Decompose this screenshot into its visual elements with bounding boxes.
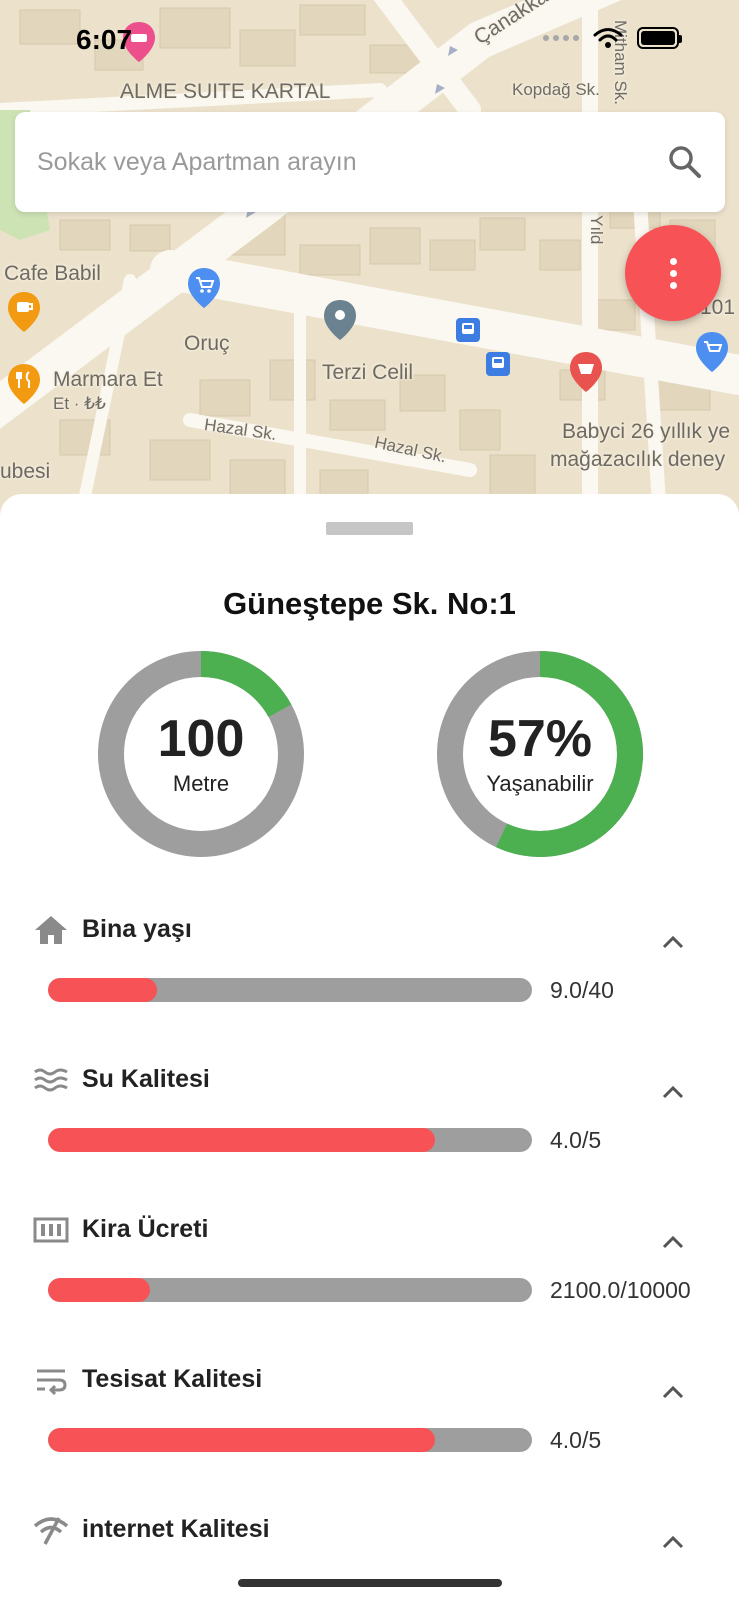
livability-caption: Yaşanabilir [486,771,594,796]
metric-value: 4.0/5 [550,1127,602,1153]
details-sheet[interactable]: Güneştepe Sk. No:1 100 Metre 57% Yaşanab… [0,494,739,1600]
metric-label: Bina yaşı [82,915,192,943]
search-icon[interactable] [667,144,703,180]
status-icons [543,27,682,49]
water-waves-icon [34,1068,68,1092]
address-title: Güneştepe Sk. No:1 [223,586,516,621]
metric-row-building-age[interactable]: Bina yaşı 9.0/40 [0,912,739,1042]
chevron-up-icon[interactable] [660,1080,686,1106]
plumbing-wrap-icon [37,1369,67,1396]
distance-gauge: 100 Metre [96,649,306,859]
metric-progress-bar [48,1278,532,1302]
map-label-subesi: ubesi [0,460,51,483]
map-label-hotel: ALME SUITE KARTAL [120,80,331,103]
money-bill-icon [33,1217,69,1243]
home-icon [35,916,67,944]
map-view[interactable]: ALME SUITE KARTAL Çanakkale Cd. Kopdağ S… [0,0,739,520]
chevron-up-icon[interactable] [660,1380,686,1406]
metric-label: Su Kalitesi [82,1065,210,1093]
battery-icon [637,27,682,49]
distance-value: 100 [157,710,245,768]
shopping-cart-pin-icon[interactable] [186,266,222,310]
map-label-cafe-babil: Cafe Babil [4,262,101,285]
metric-label: internet Kalitesi [82,1515,270,1543]
metric-progress-fill [48,978,157,1002]
restaurant-pin-icon[interactable] [6,362,42,406]
map-label-yildiz: Yıld [587,215,606,245]
more-vertical-icon [669,257,677,265]
home-indicator [238,1579,502,1587]
metric-progress-bar [48,978,532,1002]
metric-row-water-quality[interactable]: Su Kalitesi 4.0/5 [0,1062,739,1192]
map-label-kopdag: Kopdağ Sk. [512,80,600,99]
metric-progress-fill [48,1278,150,1302]
chevron-up-icon[interactable] [660,1530,686,1556]
map-label-marmara-et-sub: Et · ₺₺ [53,394,106,413]
location-pin-icon[interactable] [322,298,358,342]
bus-stop-icon-2[interactable] [486,352,510,376]
pharmacy-pin-icon[interactable] [568,350,604,394]
metric-value: 4.0/5 [550,1427,602,1453]
search-input[interactable] [37,147,667,177]
map-label-babyci-2: mağazacılık deney [550,448,726,471]
map-label-oruc: Oruç [184,332,230,355]
bus-stop-icon[interactable] [456,318,480,342]
more-options-button[interactable] [625,225,721,321]
livability-gauge: 57% Yaşanabilir [435,649,645,859]
search-bar[interactable] [15,112,725,212]
metric-value: 2100.0/10000 [550,1277,691,1303]
status-time: 6:07 [76,24,133,55]
metric-label: Tesisat Kalitesi [82,1365,263,1393]
livability-value: 57% [487,710,593,768]
metric-label: Kira Ücreti [82,1215,209,1243]
metric-row-rent[interactable]: Kira Ücreti 2100.0/10000 [0,1212,739,1342]
signal-icon [543,35,579,41]
cafe-pin-icon[interactable] [6,290,42,334]
wifi-icon [593,28,623,48]
map-label-marmara-et: Marmara Et [53,368,163,391]
chevron-up-icon[interactable] [660,930,686,956]
map-label-babyci-1: Babyci 26 yıllık ye [562,420,731,443]
chevron-up-icon[interactable] [660,1230,686,1256]
metric-value: 9.0/40 [550,977,614,1003]
metric-progress-fill [48,1428,436,1452]
distance-caption: Metre [172,771,230,796]
metric-progress-bar [48,1128,532,1152]
metric-row-plumbing-quality[interactable]: Tesisat Kalitesi 4.0/5 [0,1362,739,1492]
shopping-cart-pin-icon-2[interactable] [694,330,730,374]
metric-progress-fill [48,1128,436,1152]
drag-handle[interactable] [326,522,413,535]
map-label-terzi-celil: Terzi Celil [322,361,414,384]
wifi-off-icon [33,1517,69,1545]
metric-progress-bar [48,1428,532,1452]
